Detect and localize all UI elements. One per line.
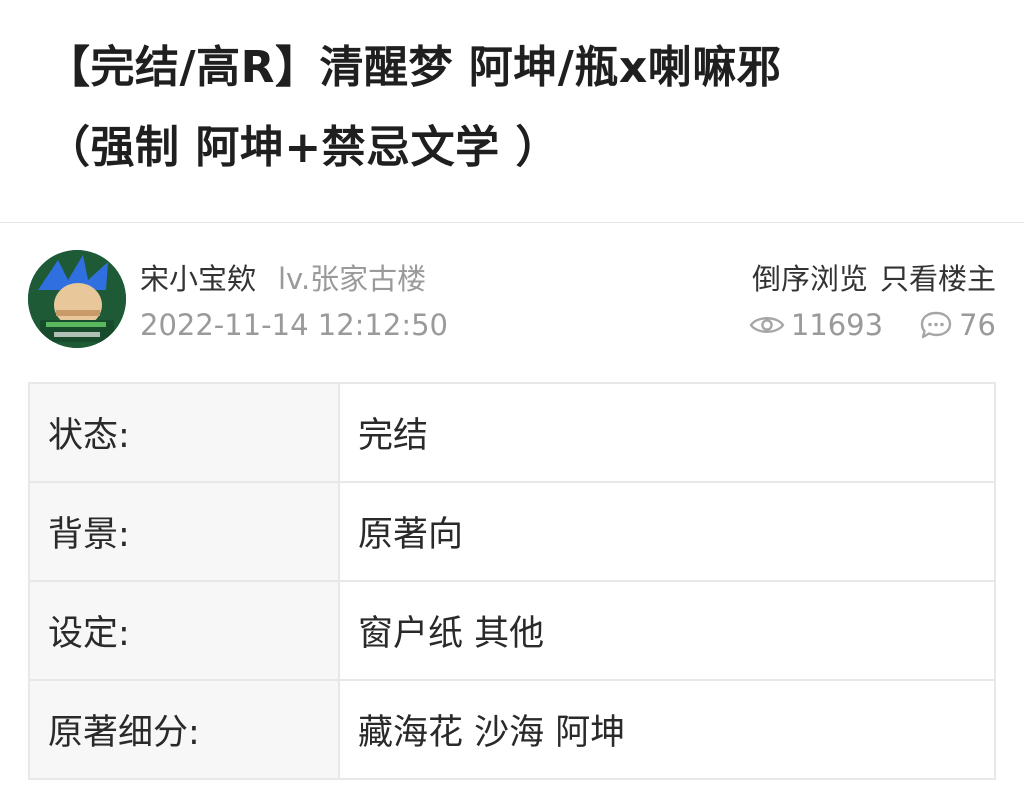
comment-bubble-icon	[920, 311, 952, 339]
view-count-value: 11693	[790, 308, 884, 342]
post-title-line-1: 【完结/高R】清醒梦 阿坤/瓶x喇嘛邪	[46, 42, 782, 93]
post-title-line-2: （强制 阿坤+禁忌文学 ）	[46, 122, 561, 173]
comment-count[interactable]: 76	[919, 308, 996, 342]
eye-icon	[749, 317, 785, 333]
table-row: 设定: 窗户纸 其他	[28, 580, 996, 681]
post-stats: 11693 76	[749, 308, 996, 342]
status-label: 状态:	[28, 382, 340, 483]
post-title: 【完结/高R】清醒梦 阿坤/瓶x喇嘛邪 （强制 阿坤+禁忌文学 ）	[46, 28, 996, 188]
post-actions: 倒序浏览 只看楼主	[752, 256, 996, 298]
comment-count-value: 76	[959, 308, 996, 342]
setting-value: 窗户纸 其他	[338, 580, 996, 681]
owner-only-button[interactable]: 只看楼主	[880, 262, 996, 296]
table-row: 背景: 原著向	[28, 481, 996, 582]
view-count: 11693	[749, 308, 883, 342]
background-value: 原著向	[338, 481, 996, 582]
source-detail-label: 原著细分:	[28, 679, 340, 780]
reverse-order-button[interactable]: 倒序浏览	[752, 262, 868, 296]
avatar[interactable]	[28, 250, 126, 348]
header-divider	[0, 222, 1024, 223]
author-level: lv.张家古楼	[278, 262, 427, 296]
author-name[interactable]: 宋小宝欸	[140, 256, 256, 298]
table-row: 原著细分: 藏海花 沙海 阿坤	[28, 679, 996, 780]
post-page: 【完结/高R】清醒梦 阿坤/瓶x喇嘛邪 （强制 阿坤+禁忌文学 ） 宋小宝欸 l…	[0, 0, 1024, 812]
post-time: 2022-11-14 12:12:50	[140, 308, 448, 342]
table-row: 状态: 完结	[28, 382, 996, 483]
avatar-image	[28, 250, 126, 348]
background-label: 背景:	[28, 481, 340, 582]
info-table: 状态: 完结 背景: 原著向 设定: 窗户纸 其他 原著细分: 藏海花 沙海 阿…	[28, 382, 996, 780]
setting-label: 设定:	[28, 580, 340, 681]
source-detail-value: 藏海花 沙海 阿坤	[338, 679, 996, 780]
status-value: 完结	[338, 382, 996, 483]
